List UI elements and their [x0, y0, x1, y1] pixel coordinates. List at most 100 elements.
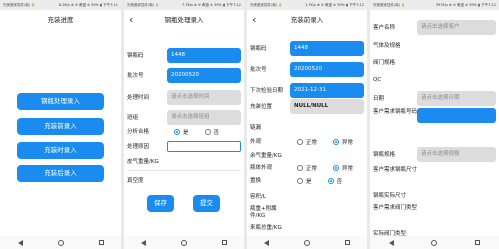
radio-abnormal[interactable]: 异常 — [333, 138, 353, 146]
radio-yes[interactable]: 是 — [174, 128, 189, 136]
submit-button[interactable]: 提交 — [193, 195, 220, 212]
status-bar: 完美搬家插件(韩) 🔋 8.2K/s ⊕ ✆ 奇迹 ⊘ 59% ▮ 下午7:11 — [0, 0, 121, 10]
menu-during-charge-button[interactable]: 充装时录入 — [17, 142, 104, 159]
radio-label: 异常 — [342, 166, 354, 172]
customer-cylinder-code-input[interactable] — [417, 108, 496, 123]
field-vacuum: 真空度 — [124, 173, 244, 189]
radio-label: 是 — [306, 179, 312, 185]
field-label: 钢瓶码 — [250, 46, 267, 52]
radio-label: 是 — [183, 130, 189, 136]
field-customer-cylinder-size: 客户需求钢瓶尺寸 — [370, 166, 499, 182]
screen-cylinder-processing: 完美搬家插件(韩) 🔋 7.7K/s ⊕ ✆ 奇迹 ⊘ 59% ▮ 下午7:12… — [124, 0, 244, 249]
field-label: 日期 — [373, 96, 385, 102]
field-label: 来瓶总重/KG — [250, 225, 282, 231]
field-tare-weight: 皮气重量/KG — [124, 154, 244, 170]
field-label: 处理原因 — [127, 144, 150, 150]
nav-home-icon[interactable] — [180, 239, 187, 246]
nav-recent-icon[interactable] — [221, 240, 227, 245]
nav-recent-icon[interactable] — [475, 240, 481, 245]
radio-yes[interactable]: 是 — [297, 177, 312, 185]
menu-cylinder-processing-button[interactable]: 钢瓶处理录入 — [17, 93, 104, 110]
field-customer: 客户名称 请点击选择客户 — [370, 20, 499, 36]
field-label: 客户需求阀门类型 — [373, 205, 418, 211]
field-label: 钢瓶码 — [127, 53, 144, 59]
radio-normal[interactable]: 正常 — [297, 138, 317, 146]
back-arrow-icon[interactable]: ‹ — [129, 10, 133, 30]
field-label: 钢瓶规格 — [373, 152, 396, 158]
field-process-time: 处理时间 请点击选择时间 — [124, 90, 244, 106]
radio-abnormal[interactable]: 异常 — [333, 164, 353, 172]
field-label: 处理时间 — [127, 95, 150, 101]
field-label: 置换 — [250, 178, 262, 184]
field-label: 充装位置 — [250, 104, 273, 110]
field-customer-cylinder-code: 客户需求钢瓶号码 — [370, 108, 499, 124]
field-cylinder-code: 钢瓶码 1448 — [124, 48, 244, 64]
radio-checked-icon — [333, 165, 340, 171]
reason-input[interactable] — [167, 141, 241, 152]
field-cylinder-code: 钢瓶码 1448 — [247, 41, 367, 57]
radio-no[interactable]: 否 — [327, 177, 342, 185]
title-bar: ‹ 钢瓶处理录入 — [124, 10, 244, 31]
nav-back-icon[interactable] — [141, 239, 147, 246]
nav-back-icon[interactable] — [264, 239, 270, 246]
back-arrow-icon[interactable]: ‹ — [252, 10, 256, 30]
save-button[interactable]: 保存 — [147, 195, 174, 212]
field-label: 瓶重+附属件/KG — [250, 206, 277, 219]
field-tare-accessories: 瓶重+附属件/KG — [247, 205, 367, 221]
field-label: 钢瓶实际尺寸 — [373, 193, 407, 199]
field-label: 分析合格 — [127, 129, 150, 135]
field-date: 日期 请点击选择日期 — [370, 91, 499, 107]
nav-recent-icon[interactable] — [98, 240, 104, 245]
field-label: 皮气重量/KG — [127, 159, 159, 165]
field-label: 客户名称 — [373, 25, 396, 31]
customer-picker[interactable]: 请点击选择客户 — [417, 20, 496, 35]
nav-home-icon[interactable] — [57, 239, 64, 246]
nav-home-icon[interactable] — [431, 239, 438, 246]
radio-normal[interactable]: 正常 — [297, 164, 317, 172]
field-replace: 置换 是 否 — [247, 173, 367, 189]
menu-pre-charge-button[interactable]: 充装前录入 — [17, 118, 104, 135]
radio-no[interactable]: 否 — [204, 128, 220, 136]
title-bar: ‹ 充装前录入 — [247, 10, 367, 31]
cylinder-spec-picker[interactable]: 请点击选择规格 — [417, 147, 496, 162]
field-gas-spec: 气体及规格 — [370, 38, 499, 54]
page-title: 充装前录入 — [290, 16, 324, 24]
date-picker[interactable]: 请点击选择日期 — [417, 91, 496, 106]
radio-label: 否 — [213, 130, 220, 136]
radio-checked-icon — [327, 178, 334, 184]
nav-back-icon[interactable] — [17, 239, 23, 246]
status-right: 8.2K/s ⊕ ✆ 奇迹 ⊘ 59% ▮ 下午7:11 — [58, 3, 118, 7]
radio-checked-icon — [174, 129, 180, 135]
batch-input[interactable]: 20200520 — [290, 62, 364, 77]
radio-unchecked-icon — [204, 129, 211, 135]
nav-home-icon[interactable] — [303, 239, 310, 246]
batch-input[interactable]: 20200520 — [167, 68, 241, 83]
field-label: 批次号 — [250, 67, 267, 73]
cylinder-code-input[interactable]: 1448 — [167, 48, 241, 63]
field-qc: QC — [370, 72, 499, 88]
nav-recent-icon[interactable] — [344, 240, 350, 245]
page-title: 充装进度 — [47, 16, 74, 24]
screen-customer-form: 完美搬家插件(韩) 🔋 397K/s ⊕ ✆ 奇迹 ⊘ 59% ▮ 下午7:12… — [370, 0, 499, 249]
field-actual-size: 钢瓶实际尺寸 — [370, 188, 499, 204]
status-left: 完美搬家插件(韩) 🔋 — [250, 3, 283, 7]
cylinder-code-input[interactable]: 1448 — [290, 41, 364, 56]
menu-post-charge-button[interactable]: 充装后录入 — [17, 165, 104, 182]
radio-unchecked-icon — [297, 139, 303, 145]
page-title: 钢瓶处理录入 — [164, 16, 204, 24]
status-right: 1.7K/s ⊕ ✆ 奇迹 ⊘ 59% ▮ 下午7:12 — [304, 3, 364, 7]
process-time-picker[interactable]: 请点击选择时间 — [167, 90, 241, 105]
radio-label: 正常 — [306, 140, 318, 146]
nav-bar — [247, 236, 367, 249]
field-cylinder-spec: 钢瓶规格 请点击选择规格 — [370, 147, 499, 163]
nav-back-icon[interactable] — [388, 239, 394, 246]
radio-label: 异常 — [342, 140, 354, 146]
field-volume: 容积/L — [247, 189, 367, 205]
team-picker[interactable]: 请点击选择班组 — [167, 110, 241, 125]
nav-bar — [0, 236, 121, 249]
screen-charging-progress: 完美搬家插件(韩) 🔋 8.2K/s ⊕ ✆ 奇迹 ⊘ 59% ▮ 下午7:11… — [0, 0, 121, 249]
next-check-date-input[interactable]: 2021-12-31 — [290, 83, 364, 98]
field-valve-spec: 阀门规格 — [370, 55, 499, 71]
field-next-check-date: 下次检验日期 2021-12-31 — [247, 83, 367, 99]
field-label: 下次检验日期 — [250, 88, 284, 94]
